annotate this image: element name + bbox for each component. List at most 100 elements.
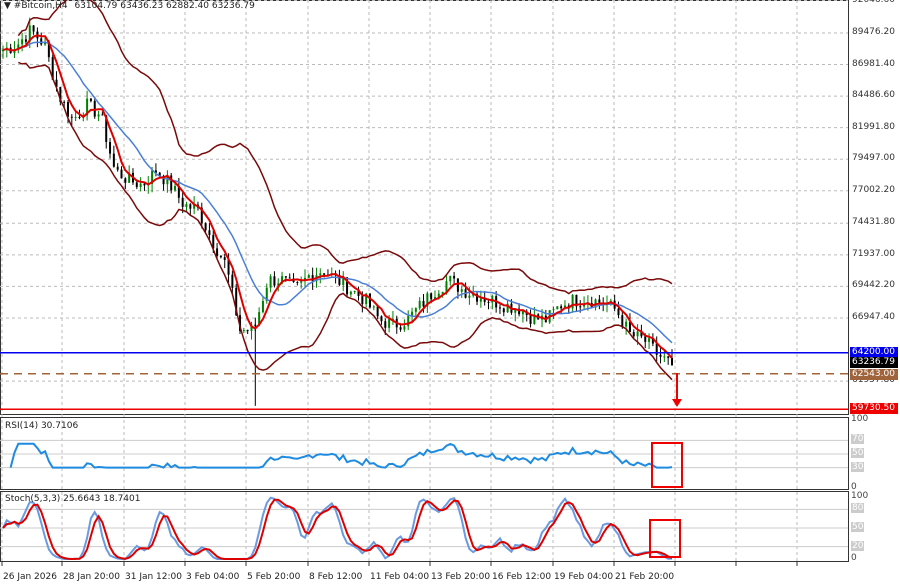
candle-body — [667, 356, 670, 358]
candle-body — [414, 308, 417, 312]
time-axis-label: 11 Feb 04:00 — [370, 572, 430, 582]
candle-body — [460, 289, 463, 292]
stoch-level-label: 0 — [851, 553, 857, 563]
stoch-level-label: 50 — [851, 522, 865, 532]
candle-body — [185, 204, 188, 207]
candle-body — [269, 276, 272, 288]
candle-body — [181, 197, 184, 207]
candle-body — [418, 300, 421, 309]
time-axis-label: 26 Jan 2026 — [3, 572, 57, 582]
price-axis-label: 86981.40 — [852, 58, 895, 69]
candle-body — [223, 257, 226, 260]
candle-body — [349, 291, 352, 295]
candle-body — [24, 39, 27, 42]
candle-body — [621, 315, 624, 327]
candle-body — [403, 326, 406, 330]
candle-body — [89, 98, 92, 101]
stoch-level-label: 100 — [851, 491, 869, 501]
candle-body — [284, 276, 287, 278]
candle-body — [632, 332, 635, 337]
candle-body — [40, 38, 43, 45]
candle-body — [552, 309, 555, 311]
candle-body — [384, 321, 387, 328]
candle-body — [422, 300, 425, 307]
candle-body — [625, 321, 628, 327]
candle-body — [353, 291, 356, 293]
candle-body — [288, 277, 291, 279]
candle-body — [430, 293, 433, 300]
candle-body — [579, 306, 582, 308]
candle-body — [659, 354, 662, 357]
candle-body — [456, 278, 459, 292]
candle-body — [407, 315, 410, 327]
price-axis-label: 89476.20 — [852, 27, 895, 37]
candle-body — [97, 114, 100, 117]
candle-body — [487, 301, 490, 303]
time-axis-label: 21 Feb 20:00 — [615, 572, 675, 582]
price-tag: 63236.79 — [850, 356, 898, 368]
ohlc-values: 63104.79 63436.23 62882.40 63236.79 — [74, 1, 255, 11]
candle-body — [617, 308, 620, 316]
rsi-line — [9, 442, 673, 469]
candle-body — [368, 293, 371, 308]
stoch-level-label: 80 — [851, 503, 865, 514]
candle-body — [319, 273, 322, 276]
candle-body — [216, 248, 219, 256]
candle-body — [598, 299, 601, 303]
candle-body — [361, 295, 364, 305]
price-axis-label: 79497.00 — [852, 153, 895, 164]
candle-body — [112, 153, 115, 167]
collapse-triangle-icon[interactable]: ▼ — [4, 1, 11, 11]
candle-body — [174, 186, 177, 191]
price-axis-label: 77002.20 — [852, 184, 895, 195]
candle-body — [521, 311, 524, 315]
candle-body — [556, 306, 559, 310]
time-axis-label: 3 Feb 04:00 — [186, 572, 240, 582]
candle-body — [143, 183, 146, 186]
candle-body — [231, 274, 234, 288]
price-axis-label: 66947.40 — [852, 311, 895, 322]
stoch-level-label: 20 — [851, 540, 865, 551]
price-axis-label: 74431.80 — [852, 217, 895, 228]
candle-body — [246, 330, 249, 332]
candle-body — [124, 178, 127, 183]
time-axis-label: 31 Jan 12:00 — [125, 572, 182, 582]
candle-body — [453, 275, 456, 279]
candle-body — [372, 306, 375, 308]
rsi-level-label: 50 — [851, 448, 865, 458]
time-axis-label: 16 Feb 12:00 — [492, 572, 552, 582]
candle-body — [70, 116, 73, 118]
candle-body — [529, 315, 532, 324]
candle-body — [671, 357, 673, 365]
candle-body — [63, 101, 66, 103]
candle-body — [479, 298, 482, 302]
price-axis-label: 92046.60 — [852, 0, 895, 5]
candle-body — [189, 204, 192, 209]
candle-body — [139, 183, 142, 188]
candle-body — [376, 306, 379, 317]
candle-body — [32, 25, 35, 32]
rsi-level-label: 30 — [851, 461, 865, 472]
chart-header: ▼ #Bitcoin,H4 63104.79 63436.23 62882.40… — [4, 1, 255, 11]
candle-body — [78, 117, 81, 119]
bollinger-lower — [18, 61, 673, 381]
candle-body — [21, 39, 24, 45]
price-tag: 59730.50 — [850, 403, 898, 415]
stoch-title: Stoch(5,3,3) 25.6643 18.7401 — [5, 494, 141, 504]
candle-body — [380, 316, 383, 322]
rsi-title: RSI(14) 30.7106 — [5, 421, 79, 431]
candle-body — [296, 281, 299, 283]
candle-body — [468, 295, 471, 298]
candle-body — [273, 276, 276, 286]
candle-body — [560, 306, 563, 309]
price-axis-label: 84486.60 — [852, 90, 895, 101]
candle-body — [502, 308, 505, 313]
time-axis-label: 5 Feb 20:00 — [247, 572, 301, 582]
ma-fast-line — [2, 34, 673, 359]
time-axis-label: 13 Feb 20:00 — [431, 572, 491, 582]
symbol-label: #Bitcoin,H4 — [13, 1, 68, 11]
candle-body — [648, 338, 651, 342]
price-axis-label: 71937.00 — [852, 248, 895, 259]
candle-body — [261, 301, 264, 313]
down-arrow-icon — [672, 399, 682, 407]
